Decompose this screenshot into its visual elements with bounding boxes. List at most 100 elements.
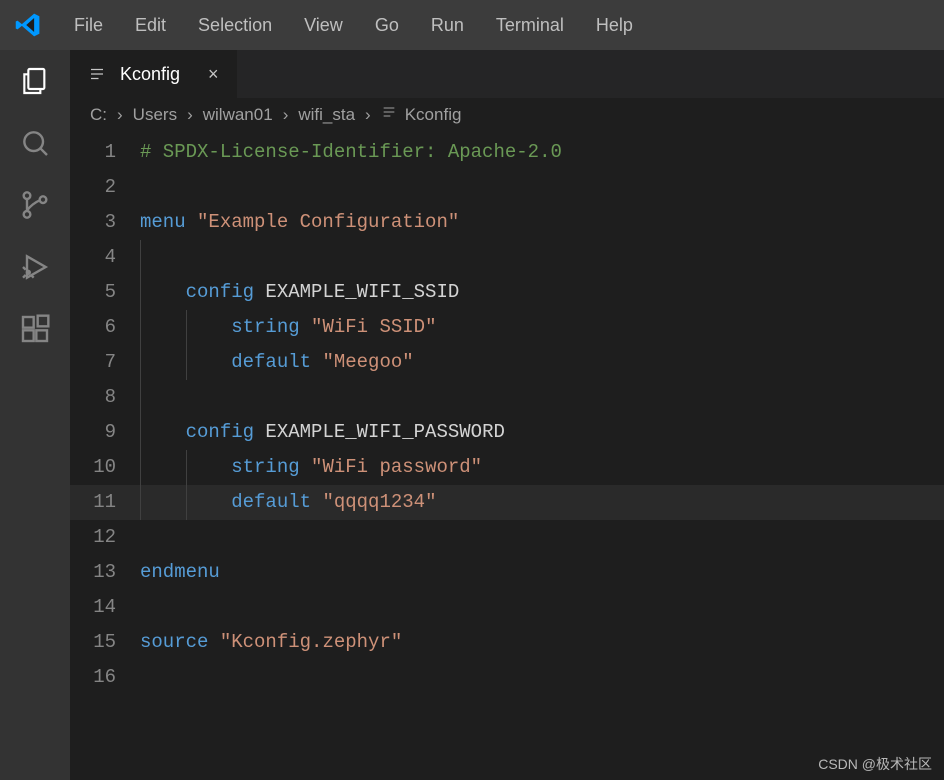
file-lines-icon: [88, 65, 106, 83]
code-line[interactable]: 12: [70, 520, 944, 555]
code-line[interactable]: 7 default "Meegoo": [70, 345, 944, 380]
activity-bar: [0, 50, 70, 780]
code-line[interactable]: 10 string "WiFi password": [70, 450, 944, 485]
token-str: "Meegoo": [322, 351, 413, 373]
line-number: 1: [70, 135, 140, 170]
vscode-window: FileEditSelectionViewGoRunTerminalHelp: [0, 0, 944, 780]
token-comment: # SPDX-License-Identifier: Apache-2.0: [140, 141, 562, 163]
line-content[interactable]: default "Meegoo": [140, 345, 944, 380]
indent-guide: [186, 310, 232, 345]
line-content[interactable]: string "WiFi SSID": [140, 310, 944, 345]
search-icon[interactable]: [18, 126, 52, 160]
breadcrumb[interactable]: C:›Users›wilwan01›wifi_sta›Kconfig: [70, 98, 944, 135]
breadcrumb-segment[interactable]: wilwan01: [203, 105, 273, 125]
code-line[interactable]: 3menu "Example Configuration": [70, 205, 944, 240]
tab-kconfig[interactable]: Kconfig ×: [70, 50, 238, 98]
indent-guide: [140, 485, 186, 520]
line-content[interactable]: default "qqqq1234": [140, 485, 944, 520]
chevron-right-icon: ›: [117, 105, 123, 125]
line-content[interactable]: string "WiFi password": [140, 450, 944, 485]
tab-label: Kconfig: [120, 64, 180, 85]
line-number: 7: [70, 345, 140, 380]
menu-terminal[interactable]: Terminal: [482, 9, 578, 42]
line-number: 13: [70, 555, 140, 590]
line-number: 14: [70, 590, 140, 625]
indent-guide: [140, 310, 186, 345]
breadcrumb-segment[interactable]: Users: [133, 105, 177, 125]
line-content[interactable]: # SPDX-License-Identifier: Apache-2.0: [140, 135, 944, 170]
source-control-icon[interactable]: [18, 188, 52, 222]
line-number: 16: [70, 660, 140, 695]
menu-help[interactable]: Help: [582, 9, 647, 42]
code-line[interactable]: 4: [70, 240, 944, 275]
menu-edit[interactable]: Edit: [121, 9, 180, 42]
token-str: "WiFi SSID": [311, 316, 436, 338]
line-content[interactable]: [140, 240, 944, 275]
menu-view[interactable]: View: [290, 9, 357, 42]
breadcrumb-segment[interactable]: wifi_sta: [298, 105, 355, 125]
token-kw: default: [231, 351, 311, 373]
code-editor[interactable]: 1# SPDX-License-Identifier: Apache-2.023…: [70, 135, 944, 780]
line-number: 5: [70, 275, 140, 310]
line-content[interactable]: endmenu: [140, 555, 944, 590]
editor-group: Kconfig × C:›Users›wilwan01›wifi_sta›Kco…: [70, 50, 944, 780]
token-str: "Kconfig.zephyr": [220, 631, 402, 653]
token-str: "Example Configuration": [197, 211, 459, 233]
token-plain: [300, 456, 311, 478]
code-line[interactable]: 13endmenu: [70, 555, 944, 590]
line-content[interactable]: config EXAMPLE_WIFI_PASSWORD: [140, 415, 944, 450]
menu-go[interactable]: Go: [361, 9, 413, 42]
line-number: 15: [70, 625, 140, 660]
token-str: "qqqq1234": [322, 491, 436, 513]
token-kw: config: [186, 421, 254, 443]
code-line[interactable]: 8: [70, 380, 944, 415]
tab-bar: Kconfig ×: [70, 50, 944, 98]
code-line[interactable]: 15source "Kconfig.zephyr": [70, 625, 944, 660]
code-line[interactable]: 16: [70, 660, 944, 695]
chevron-right-icon: ›: [365, 105, 371, 125]
line-number: 3: [70, 205, 140, 240]
token-plain: [311, 491, 322, 513]
code-line[interactable]: 1# SPDX-License-Identifier: Apache-2.0: [70, 135, 944, 170]
menu-run[interactable]: Run: [417, 9, 478, 42]
line-number: 11: [70, 485, 140, 520]
code-line[interactable]: 14: [70, 590, 944, 625]
line-number: 4: [70, 240, 140, 275]
menu-selection[interactable]: Selection: [184, 9, 286, 42]
indent-guide: [140, 380, 186, 415]
chevron-right-icon: ›: [283, 105, 289, 125]
indent-guide: [186, 345, 232, 380]
breadcrumb-segment[interactable]: C:: [90, 105, 107, 125]
line-number: 9: [70, 415, 140, 450]
line-number: 2: [70, 170, 140, 205]
indent-guide: [140, 275, 186, 310]
menu-file[interactable]: File: [60, 9, 117, 42]
breadcrumb-segment[interactable]: Kconfig: [381, 104, 462, 125]
line-number: 12: [70, 520, 140, 555]
code-line[interactable]: 2: [70, 170, 944, 205]
code-line[interactable]: 5 config EXAMPLE_WIFI_SSID: [70, 275, 944, 310]
code-line[interactable]: 6 string "WiFi SSID": [70, 310, 944, 345]
code-line[interactable]: 11 default "qqqq1234": [70, 485, 944, 520]
run-debug-icon[interactable]: [18, 250, 52, 284]
line-number: 10: [70, 450, 140, 485]
line-content[interactable]: menu "Example Configuration": [140, 205, 944, 240]
token-plain: [300, 316, 311, 338]
token-kw: string: [231, 456, 299, 478]
indent-guide: [140, 240, 186, 275]
token-plain: EXAMPLE_WIFI_SSID: [254, 281, 459, 303]
extensions-icon[interactable]: [18, 312, 52, 346]
code-line[interactable]: 9 config EXAMPLE_WIFI_PASSWORD: [70, 415, 944, 450]
menu-bar: FileEditSelectionViewGoRunTerminalHelp: [0, 0, 944, 50]
token-plain: [208, 631, 219, 653]
explorer-icon[interactable]: [18, 64, 52, 98]
watermark-text: CSDN @极术社区: [818, 754, 932, 774]
close-icon[interactable]: ×: [208, 65, 219, 83]
indent-guide: [186, 485, 232, 520]
line-content[interactable]: [140, 380, 944, 415]
line-content[interactable]: config EXAMPLE_WIFI_SSID: [140, 275, 944, 310]
token-kw: menu: [140, 211, 186, 233]
line-number: 6: [70, 310, 140, 345]
token-str: "WiFi password": [311, 456, 482, 478]
line-content[interactable]: source "Kconfig.zephyr": [140, 625, 944, 660]
